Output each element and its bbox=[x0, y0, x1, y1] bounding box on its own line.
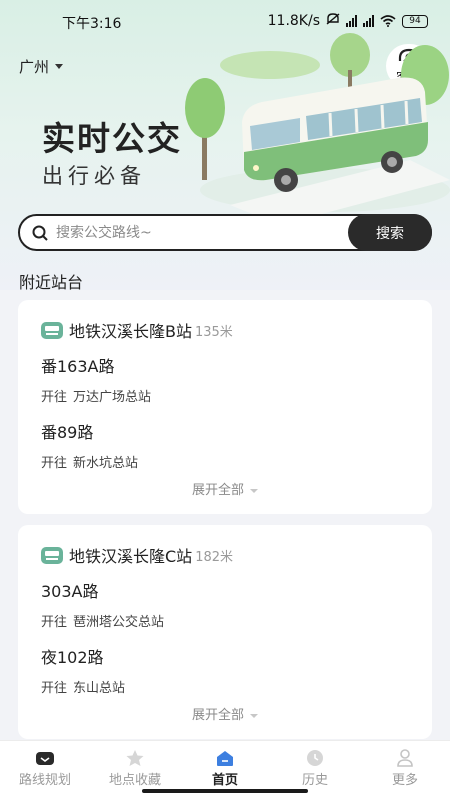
signal-icon-2 bbox=[363, 15, 374, 27]
status-time: 下午3:16 bbox=[62, 16, 122, 32]
bus-illustration bbox=[185, 33, 450, 220]
route-plan-icon bbox=[36, 752, 54, 765]
nearby-section-title: 附近站台 bbox=[19, 273, 84, 292]
route-direction: 开往 东山总站 bbox=[41, 677, 125, 696]
tab-route-plan[interactable]: 路线规划 bbox=[0, 741, 90, 800]
city-label: 广州 bbox=[19, 58, 50, 76]
stop-card[interactable]: 地铁汉溪长隆C站 182米 303A路 开往 琶洲塔公交总站 夜102路 开往 东山… bbox=[18, 525, 432, 739]
tab-label: 路线规划 bbox=[18, 773, 71, 788]
route-destination: 琶洲塔公交总站 bbox=[73, 615, 165, 630]
search-input[interactable] bbox=[56, 222, 346, 244]
direction-prefix: 开往 bbox=[41, 681, 68, 696]
route-destination: 东山总站 bbox=[73, 681, 126, 696]
search-button[interactable]: 搜索 bbox=[348, 214, 432, 251]
route-direction: 开往 新水坑总站 bbox=[41, 452, 138, 471]
route-name: 夜102路 bbox=[41, 648, 104, 667]
route-item[interactable]: 夜102路 开往 东山总站 bbox=[41, 644, 125, 696]
stop-header: 地铁汉溪长隆C站 182米 bbox=[41, 543, 233, 567]
caret-down-icon bbox=[250, 713, 258, 718]
route-item[interactable]: 番89路 开往 新水坑总站 bbox=[41, 419, 138, 471]
route-name: 番89路 bbox=[41, 423, 94, 442]
expand-label: 展开全部 bbox=[191, 483, 244, 498]
route-destination: 新水坑总站 bbox=[73, 456, 139, 471]
signal-icon bbox=[346, 15, 357, 27]
home-icon bbox=[217, 751, 233, 766]
bus-stop-icon bbox=[41, 546, 63, 564]
hero-title: 实时公交 bbox=[42, 119, 182, 158]
net-speed: 11.8K/s bbox=[267, 13, 320, 29]
tab-label: 首页 bbox=[211, 773, 238, 788]
tab-label: 更多 bbox=[391, 773, 418, 788]
stop-header: 地铁汉溪长隆B站 135米 bbox=[41, 318, 233, 342]
route-name: 303A路 bbox=[41, 582, 99, 601]
caret-down-icon bbox=[250, 488, 258, 493]
hero-subtitle: 出行必备 bbox=[42, 164, 146, 188]
status-indicators: 11.8K/s 94 bbox=[268, 13, 428, 29]
search-icon bbox=[32, 225, 48, 241]
bus-stop-icon bbox=[41, 321, 63, 339]
stop-name: 地铁汉溪长隆C站 bbox=[69, 547, 193, 566]
history-icon bbox=[307, 750, 323, 766]
favorite-icon bbox=[126, 750, 144, 766]
chevron-down-icon bbox=[55, 64, 64, 69]
stop-name: 地铁汉溪长隆B站 bbox=[69, 322, 192, 341]
route-item[interactable]: 番163A路 开往 万达广场总站 bbox=[41, 353, 151, 405]
tab-label: 地点收藏 bbox=[108, 773, 161, 788]
more-icon bbox=[397, 749, 413, 767]
stop-card[interactable]: 地铁汉溪长隆B站 135米 番163A路 开往 万达广场总站 番89路 开往 新水坑… bbox=[18, 300, 432, 514]
direction-prefix: 开往 bbox=[41, 390, 68, 405]
expand-all-button[interactable]: 展开全部 bbox=[18, 479, 432, 498]
route-item[interactable]: 303A路 开往 琶洲塔公交总站 bbox=[41, 578, 164, 630]
city-selector[interactable]: 广州 bbox=[19, 56, 64, 77]
route-name: 番163A路 bbox=[41, 357, 115, 376]
tab-label: 历史 bbox=[301, 773, 328, 788]
route-direction: 开往 琶洲塔公交总站 bbox=[41, 611, 164, 630]
home-indicator bbox=[142, 789, 308, 793]
direction-prefix: 开往 bbox=[41, 615, 68, 630]
expand-all-button[interactable]: 展开全部 bbox=[18, 704, 432, 723]
stop-distance: 182米 bbox=[195, 549, 234, 565]
battery-icon: 94 bbox=[402, 14, 428, 28]
route-destination: 万达广场总站 bbox=[73, 390, 152, 405]
expand-label: 展开全部 bbox=[191, 708, 244, 723]
stop-distance: 135米 bbox=[194, 324, 233, 340]
wifi-icon bbox=[380, 15, 396, 27]
direction-prefix: 开往 bbox=[41, 456, 68, 471]
tab-more[interactable]: 更多 bbox=[360, 741, 450, 800]
mute-icon bbox=[326, 13, 340, 29]
search-bar: 搜索 bbox=[18, 214, 432, 251]
route-direction: 开往 万达广场总站 bbox=[41, 386, 151, 405]
